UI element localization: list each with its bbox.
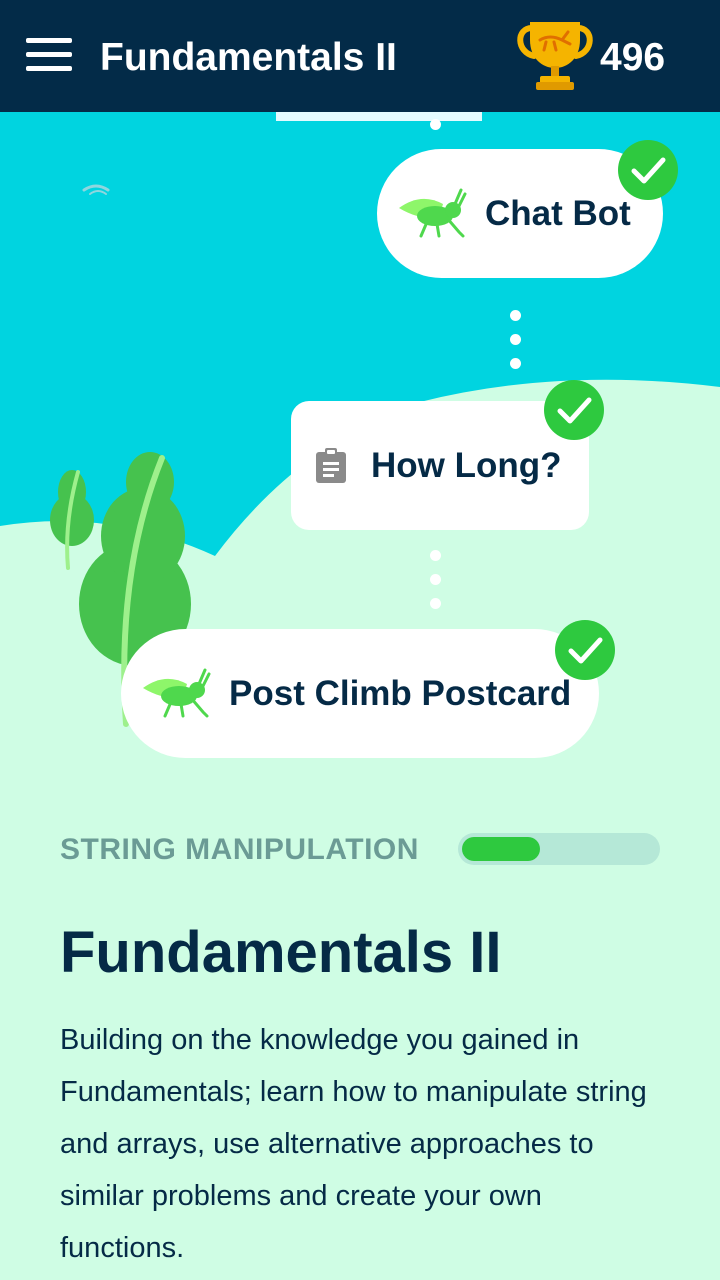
- grasshopper-icon: [143, 668, 211, 717]
- check-icon: [618, 140, 678, 200]
- path-dot: [510, 310, 521, 321]
- path-dot: [430, 598, 441, 609]
- trophy-icon: [517, 22, 593, 90]
- lesson-node-label: How Long?: [371, 445, 562, 485]
- path-dot: [510, 334, 521, 345]
- section-label: STRING MANIPULATION: [60, 833, 419, 866]
- hamburger-menu-icon[interactable]: [26, 38, 74, 74]
- lesson-node-label: Post Climb Postcard: [229, 673, 572, 713]
- trophy-score: 496: [600, 36, 666, 79]
- header-title: Fundamentals II: [100, 36, 397, 79]
- course-info-panel: STRING MANIPULATION Fundamentals II Buil…: [0, 792, 720, 1280]
- grasshopper-icon: [399, 188, 467, 237]
- course-description: Building on the knowledge you gained in …: [60, 1024, 647, 1264]
- app-header: Fundamentals II 496: [0, 0, 720, 112]
- path-connector-top: [276, 112, 482, 121]
- path-dot: [430, 550, 441, 561]
- clipboard-icon: [316, 447, 346, 483]
- check-icon: [555, 620, 615, 680]
- path-dot: [430, 574, 441, 585]
- path-dot: [510, 358, 521, 369]
- progress-bar-fill: [462, 837, 540, 861]
- path-dot: [430, 119, 441, 130]
- progress-bar: [458, 833, 660, 865]
- check-icon: [544, 380, 604, 440]
- lesson-node-post-climb-postcard[interactable]: Post Climb Postcard: [121, 629, 599, 758]
- course-title: Fundamentals II: [60, 920, 502, 985]
- lesson-node-label: Chat Bot: [485, 193, 631, 233]
- learning-path-map[interactable]: Chat Bot How Long? Post Climb Postcard: [0, 112, 720, 792]
